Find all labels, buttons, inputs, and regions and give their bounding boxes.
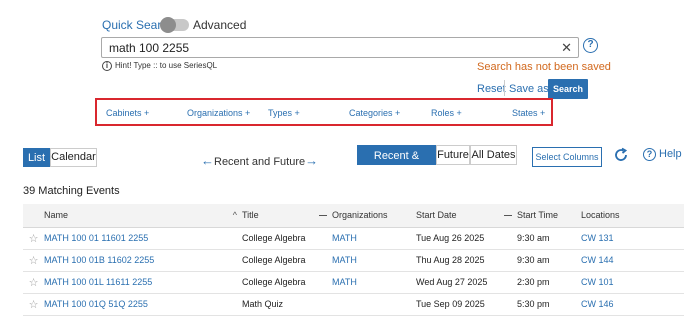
arrow-right-icon[interactable]: → [305,153,318,168]
filter-roles[interactable]: Roles + [431,108,462,118]
search-field[interactable]: ✕ [101,37,579,58]
tab-recent-future[interactable]: Recent & Future [357,145,436,182]
event-date: Tue Aug 26 2025 [416,227,517,250]
tab-all-dates[interactable]: All Dates [470,145,517,165]
table-row[interactable]: ☆ MATH 100 01 11601 2255 College Algebra… [23,227,684,250]
table-row[interactable]: ☆ MATH 100 01L 11611 2255 College Algebr… [23,271,684,294]
header-favorite [23,204,44,228]
info-icon: i [102,61,112,71]
calendar-view-button[interactable]: Calendar [50,148,97,167]
header-start-date[interactable]: Start Date [416,204,517,228]
clear-icon[interactable]: ✕ [561,40,572,56]
save-status: Search has not been saved [477,61,611,73]
reset-link[interactable]: Reset [477,83,506,95]
results-table: Name ^ Title Organizations Start Date Sta… [23,204,684,316]
column-menu-icon[interactable] [319,214,327,216]
event-time: 9:30 am [517,249,581,272]
event-location-link[interactable]: CW 101 [581,271,684,294]
tab-future[interactable]: Future [436,145,470,165]
event-title: College Algebra [242,227,332,250]
event-location-link[interactable]: CW 146 [581,293,684,316]
event-title: College Algebra [242,271,332,294]
search-button[interactable]: Search [548,79,588,99]
event-location-link[interactable]: CW 131 [581,227,684,250]
filter-bar: Cabinets + Organizations + Types + Categ… [95,98,553,126]
select-columns-button[interactable]: Select Columns [532,147,602,167]
event-name-link[interactable]: MATH 100 01 11601 2255 [44,227,242,250]
help-link[interactable]: Help [659,148,682,160]
filter-organizations[interactable]: Organizations + [187,108,250,118]
table-row[interactable]: ☆ MATH 100 01B 11602 2255 College Algebr… [23,249,684,272]
star-icon[interactable]: ☆ [23,293,44,316]
range-label: Recent and Future [214,156,306,168]
event-org-link[interactable]: MATH [332,271,416,294]
event-time: 9:30 am [517,227,581,250]
event-title: Math Quiz [242,293,332,316]
event-name-link[interactable]: MATH 100 01L 11611 2255 [44,271,242,294]
seriesql-hint: Hint! Type :: to use SeriesQL [115,61,218,70]
event-time: 5:30 pm [517,293,581,316]
range-navigator: ←Recent and Future→ [201,153,318,168]
table-header-row: Name ^ Title Organizations Start Date Sta… [23,204,684,228]
event-date: Wed Aug 27 2025 [416,271,517,294]
event-time: 2:30 pm [517,271,581,294]
event-date: Thu Aug 28 2025 [416,249,517,272]
save-as-link[interactable]: Save as [509,83,549,95]
star-icon[interactable]: ☆ [23,227,44,250]
filter-states[interactable]: States + [512,108,545,118]
refresh-icon[interactable] [613,147,629,163]
arrow-left-icon[interactable]: ← [201,153,214,168]
question-icon[interactable]: ? [583,38,598,53]
filter-types[interactable]: Types + [268,108,300,118]
search-input[interactable] [102,38,542,57]
toggle-knob [160,17,176,33]
event-org-link[interactable]: MATH [332,249,416,272]
filter-categories[interactable]: Categories + [349,108,400,118]
star-icon[interactable]: ☆ [23,271,44,294]
table-row[interactable]: ☆ MATH 100 01Q 51Q 2255 Math Quiz Tue Se… [23,293,684,316]
event-title: College Algebra [242,249,332,272]
divider [504,80,505,96]
header-locations[interactable]: Locations [581,204,684,228]
event-name-link[interactable]: MATH 100 01B 11602 2255 [44,249,242,272]
list-view-button[interactable]: List [23,148,50,167]
help-icon[interactable]: ? [643,148,656,161]
search-mode-toggle[interactable] [160,17,189,33]
header-title[interactable]: Title [242,204,332,228]
event-org-link[interactable]: MATH [332,227,416,250]
event-date: Tue Sep 09 2025 [416,293,517,316]
event-name-link[interactable]: MATH 100 01Q 51Q 2255 [44,293,242,316]
advanced-label[interactable]: Advanced [193,18,246,32]
event-location-link[interactable]: CW 144 [581,249,684,272]
star-icon[interactable]: ☆ [23,249,44,272]
event-org-link[interactable] [332,293,416,316]
header-name[interactable]: Name ^ [44,204,242,228]
filter-cabinets[interactable]: Cabinets + [106,108,149,118]
column-menu-icon[interactable] [504,214,512,216]
header-organizations[interactable]: Organizations [332,204,416,228]
results-count: 39 Matching Events [23,185,120,197]
header-start-time[interactable]: Start Time [517,204,581,228]
sort-asc-icon[interactable]: ^ [233,210,237,220]
